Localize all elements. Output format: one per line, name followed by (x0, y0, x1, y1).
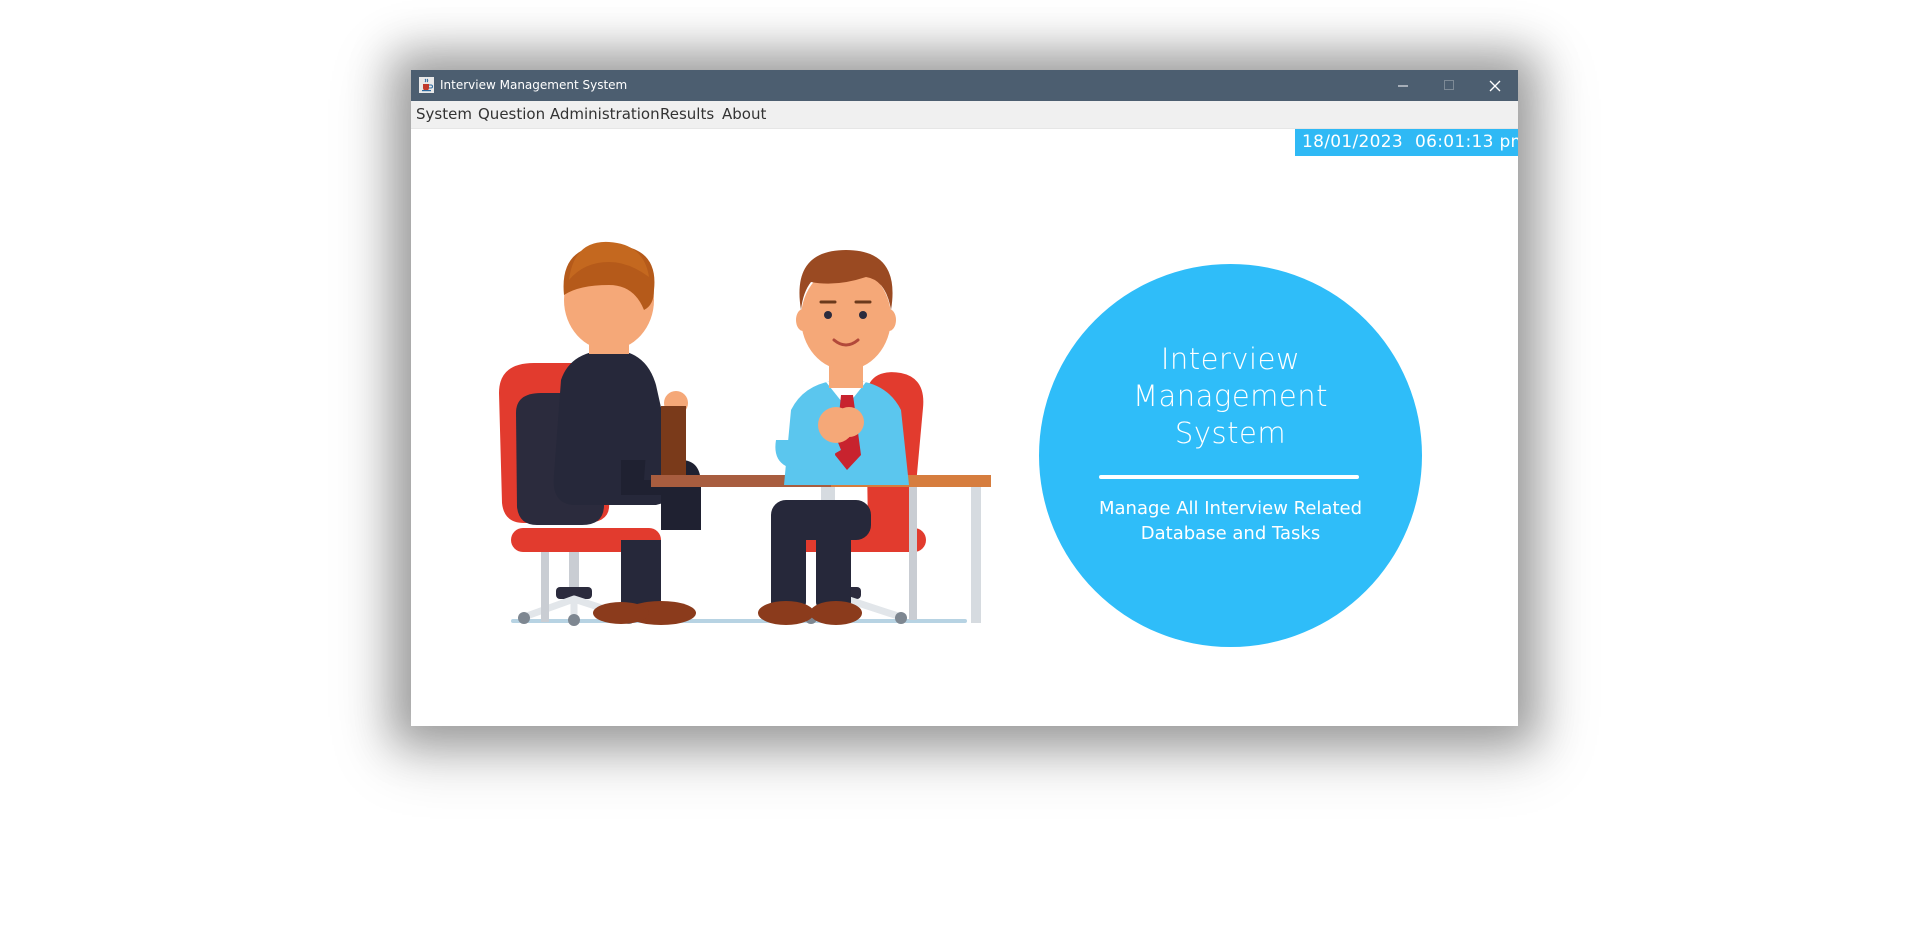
time-text: 06:01:13 pm (1415, 132, 1518, 152)
maximize-icon (1443, 80, 1454, 90)
java-cup-icon (419, 77, 434, 93)
title-bar[interactable]: Interview Management System (411, 70, 1518, 101)
app-window: Interview Management System System Quest… (411, 70, 1518, 726)
menu-bar: System Question Administration Results A… (411, 101, 1518, 129)
close-button[interactable] (1472, 70, 1518, 101)
branding-circle: Interview Management System Manage All I… (1039, 264, 1422, 647)
minimize-icon (1397, 85, 1408, 87)
date-text: 18/01/2023 (1302, 132, 1403, 152)
close-icon (1489, 80, 1501, 91)
menu-results[interactable]: Results (658, 105, 716, 124)
candidate-figure (758, 250, 909, 625)
interview-illustration (499, 241, 991, 626)
heading-divider (1099, 475, 1359, 479)
datetime-display: 18/01/2023 06:01:13 pm (1295, 129, 1518, 156)
menu-system[interactable]: System (414, 105, 474, 124)
app-tagline: Manage All Interview Related Database an… (1098, 498, 1363, 544)
menu-question-administration[interactable]: Question Administration (476, 105, 662, 124)
maximize-button[interactable] (1426, 70, 1472, 101)
app-heading: Interview Management System (1132, 342, 1329, 450)
minimize-button[interactable] (1380, 70, 1426, 101)
window-title: Interview Management System (440, 78, 628, 92)
menu-about[interactable]: About (720, 105, 768, 124)
